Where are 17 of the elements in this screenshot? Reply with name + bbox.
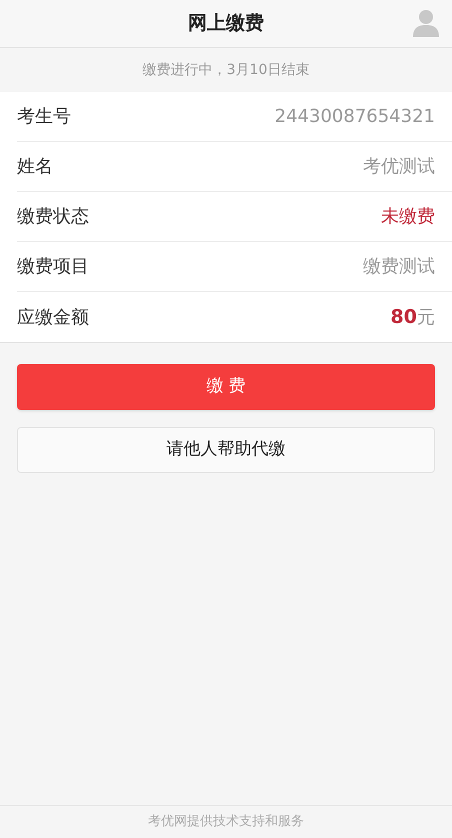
field-label: 考生号 (17, 105, 71, 129)
amount-value: 80 (390, 304, 417, 330)
pay-button[interactable]: 缴 费 (17, 364, 435, 410)
field-value: 缴费测试 (363, 255, 435, 279)
field-value: 24430087654321 (274, 105, 435, 129)
field-label: 姓名 (17, 155, 53, 179)
page-title: 网上缴费 (188, 11, 264, 36)
user-icon[interactable] (413, 9, 439, 37)
currency-unit: 元 (417, 306, 435, 330)
field-label: 缴费项目 (17, 255, 89, 279)
footer-text: 考优网提供技术支持和服务 (148, 813, 304, 832)
proxy-pay-button[interactable]: 请他人帮助代缴 (17, 427, 435, 473)
field-label: 缴费状态 (17, 205, 89, 229)
notice-text: 缴费进行中，3月10日结束 (142, 60, 310, 80)
status-value: 未缴费 (381, 205, 435, 229)
field-value: 考优测试 (363, 155, 435, 179)
field-label: 应缴金额 (17, 306, 89, 330)
